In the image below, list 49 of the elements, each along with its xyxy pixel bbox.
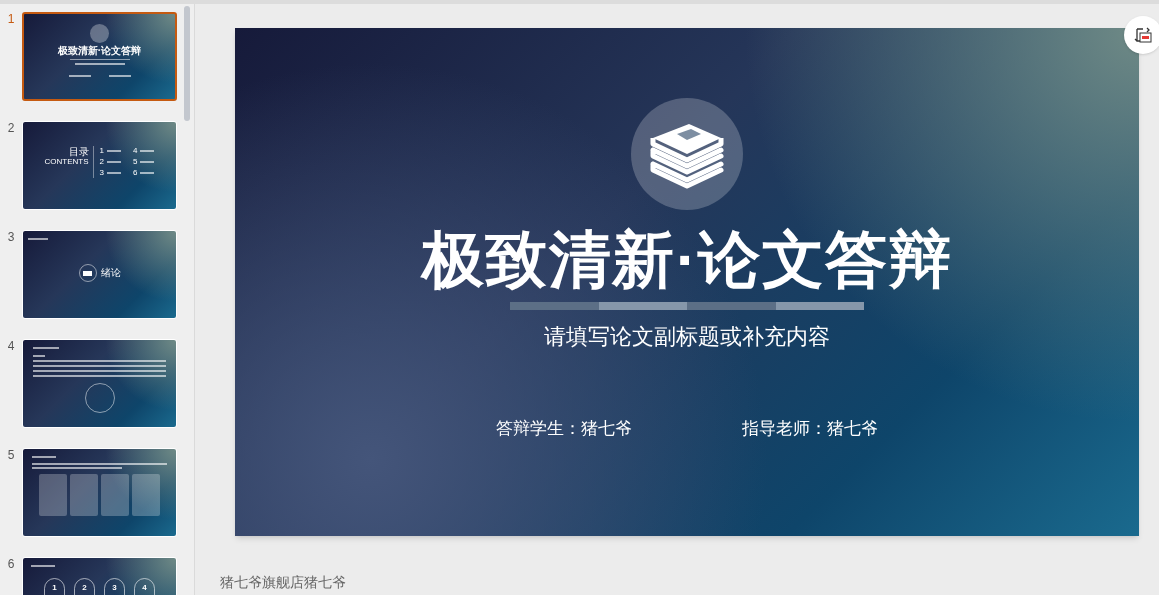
text-line: [68, 75, 91, 77]
contents-number: 5: [133, 157, 138, 167]
contents-number: 2: [99, 157, 104, 167]
table-column: [70, 474, 98, 516]
scrollbar-thumb[interactable]: [184, 6, 190, 121]
text-line: [32, 456, 56, 458]
text-line: [107, 172, 121, 174]
slide-number: 4: [6, 339, 16, 353]
text-line: [140, 172, 155, 174]
thumbnail-title: 极致清新·论文答辩: [57, 45, 142, 57]
slide-number: 3: [6, 230, 16, 244]
pdf-export-button[interactable]: [1124, 16, 1159, 54]
contents-number: 3: [99, 168, 104, 178]
table-column: [132, 474, 160, 516]
slide-number: 1: [6, 12, 16, 26]
text-line: [107, 150, 121, 152]
slide-number: 6: [6, 557, 16, 571]
contents-number: 4: [133, 146, 138, 156]
contents-number: 6: [133, 168, 138, 178]
slide-thumbnail[interactable]: 绪论: [22, 230, 177, 319]
table-column: [101, 474, 129, 516]
text-line: [31, 565, 55, 567]
table-column: [39, 474, 67, 516]
slide-thumbnail[interactable]: 目录 CONTENTS 1 4 2 5 3 6: [22, 121, 177, 210]
text-line: [33, 347, 59, 349]
slide-title: 极致清新·论文答辩: [421, 224, 953, 296]
slide-thumbnail[interactable]: [22, 339, 177, 428]
contents-number: 1: [99, 146, 104, 156]
text-line: [28, 238, 48, 240]
speaker-notes[interactable]: 猪七爷旗舰店猪七爷: [220, 572, 1159, 593]
title-underline: [69, 59, 130, 60]
contents-subheading: CONTENTS: [44, 157, 89, 167]
slide-thumbnail[interactable]: [22, 448, 177, 537]
pdf-convert-icon: [1133, 25, 1153, 45]
text-line: [140, 150, 155, 152]
contents-heading: 目录: [68, 146, 89, 157]
text-line: [108, 75, 131, 77]
slide-thumbnail[interactable]: 极致清新·论文答辩: [22, 12, 177, 101]
slide-number: 2: [6, 121, 16, 135]
presenter-field: 答辩学生：猪七爷: [496, 416, 632, 442]
text-line: [107, 161, 121, 163]
presenter-field: 指导老师：猪七爷: [742, 416, 878, 442]
slide-number: 5: [6, 448, 16, 462]
text-line: [140, 161, 155, 163]
text-line: [74, 63, 125, 65]
section-heading: 绪论: [100, 267, 121, 279]
slide-thumbnail[interactable]: 1 2 3 4: [22, 557, 177, 595]
text-line: [33, 355, 45, 357]
slide-subtitle: 请填写论文副标题或补充内容: [544, 323, 830, 351]
